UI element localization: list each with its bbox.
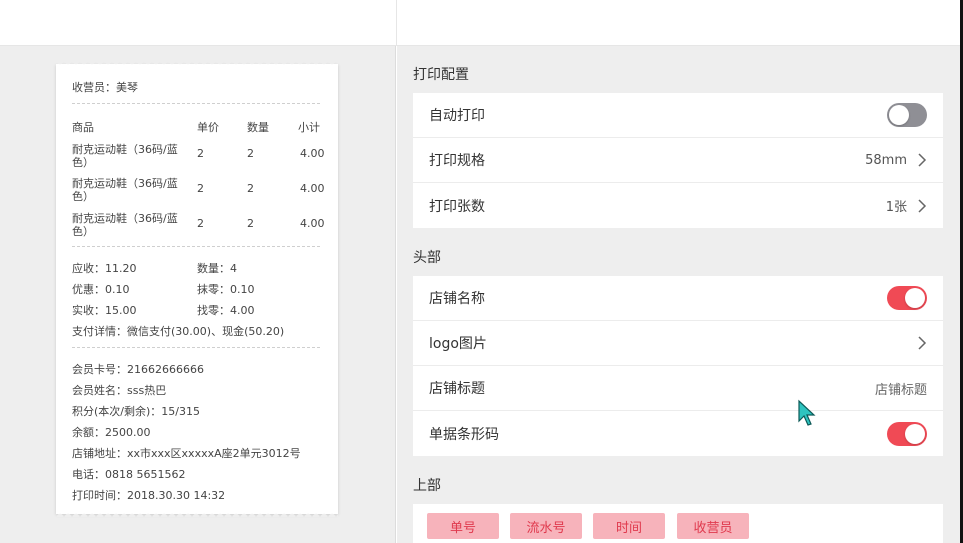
section-title-header: 头部 bbox=[413, 250, 441, 266]
toggle-knob bbox=[889, 105, 909, 125]
receipt-item-name-cont: 色） bbox=[72, 190, 94, 203]
receipt-item-qty: 2 bbox=[247, 147, 254, 160]
receipt-points: 积分(本次/剩余)：15/315 bbox=[72, 405, 200, 418]
receipt-receivable: 应收：11.20 bbox=[72, 262, 137, 275]
section-title-upper: 上部 bbox=[413, 478, 441, 494]
receipt-item-price: 2 bbox=[197, 147, 204, 160]
top-divider bbox=[396, 0, 397, 46]
receipt-item-qty: 2 bbox=[247, 182, 254, 195]
receipt-header-subtotal: 小计 bbox=[298, 121, 320, 134]
barcode-row: 单据条形码 bbox=[413, 411, 943, 456]
chevron-right-icon bbox=[918, 153, 927, 167]
receipt-item-subtotal: 4.00 bbox=[300, 147, 325, 160]
auto-print-label: 自动打印 bbox=[429, 108, 485, 124]
receipt-item-price: 2 bbox=[197, 217, 204, 230]
receipt-item-price: 2 bbox=[197, 182, 204, 195]
receipt-print-time: 打印时间：2018.30.30 14:32 bbox=[72, 489, 226, 502]
receipt-quantity: 数量：4 bbox=[197, 262, 237, 275]
store-title-value: 店铺标题 bbox=[874, 382, 927, 398]
receipt-divider bbox=[72, 246, 320, 247]
toggle-knob bbox=[905, 288, 925, 308]
receipt-item-name-cont: 色） bbox=[72, 156, 94, 169]
print-spec-row[interactable]: 打印规格 58mm bbox=[413, 138, 943, 183]
receipt-item-subtotal: 4.00 bbox=[300, 217, 325, 230]
section-title-print-config: 打印配置 bbox=[413, 67, 469, 83]
print-copies-label: 打印张数 bbox=[429, 198, 485, 215]
store-name-toggle[interactable] bbox=[887, 286, 927, 310]
receipt-header-qty: 数量 bbox=[247, 121, 269, 134]
receipt-item-subtotal: 4.00 bbox=[300, 182, 325, 195]
chevron-right-icon bbox=[918, 198, 927, 213]
print-copies-row[interactable]: 打印张数 1张 bbox=[413, 183, 943, 228]
print-spec-value: 58mm bbox=[865, 152, 907, 168]
chip-time[interactable]: 时间 bbox=[593, 513, 665, 539]
receipt-header-product: 商品 bbox=[72, 121, 94, 134]
receipt-member-name: 会员姓名：sss热巴 bbox=[72, 384, 167, 397]
receipt-preview: 收营员：美琴 商品 单价 数量 小计 耐克运动鞋（36码/蓝 色） 2 2 4.… bbox=[56, 61, 338, 517]
receipt-change: 找零：4.00 bbox=[197, 304, 255, 317]
header-card: 店铺名称 logo图片 店铺标题 店铺标题 单据条形码 bbox=[413, 276, 943, 456]
receipt-item-qty: 2 bbox=[247, 217, 254, 230]
receipt-balance: 余额：2500.00 bbox=[72, 426, 151, 439]
store-title-row[interactable]: 店铺标题 店铺标题 bbox=[413, 366, 943, 411]
receipt-phone: 电话：0818 5651562 bbox=[72, 468, 186, 481]
toggle-knob bbox=[905, 423, 925, 444]
chevron-right-icon bbox=[918, 336, 927, 350]
receipt-divider bbox=[72, 347, 320, 348]
receipt-payment-detail: 支付详情：微信支付(30.00)、现金(50.20) bbox=[72, 325, 285, 338]
print-config-card: 自动打印 打印规格 58mm 打印张数 1张 bbox=[413, 93, 943, 228]
receipt-paid: 实收：15.00 bbox=[72, 304, 137, 317]
store-name-row: 店铺名称 bbox=[413, 276, 943, 321]
receipt-cashier: 收营员：美琴 bbox=[72, 81, 138, 94]
print-spec-label: 打印规格 bbox=[429, 153, 485, 169]
top-bar bbox=[0, 0, 963, 46]
print-copies-value: 1张 bbox=[885, 200, 907, 215]
settings-panel: 打印配置 自动打印 打印规格 58mm 打印张数 1张 头部 店铺名称 logo… bbox=[397, 46, 960, 543]
store-name-label: 店铺名称 bbox=[429, 291, 485, 307]
chip-cashier[interactable]: 收营员 bbox=[677, 513, 749, 539]
receipt-item-name-cont: 色） bbox=[72, 225, 94, 238]
chip-serial-no[interactable]: 流水号 bbox=[510, 513, 582, 539]
receipt-header-price: 单价 bbox=[197, 121, 219, 134]
receipt-member-card: 会员卡号：21662666666 bbox=[72, 363, 204, 376]
receipt-address: 店铺地址：xx市xxx区xxxxxA座2单元3012号 bbox=[72, 447, 301, 460]
chip-order-no[interactable]: 单号 bbox=[427, 513, 499, 539]
store-title-label: 店铺标题 bbox=[429, 381, 485, 397]
receipt-divider bbox=[72, 103, 320, 104]
logo-row[interactable]: logo图片 bbox=[413, 321, 943, 366]
receipt-rounding: 抹零：0.10 bbox=[197, 283, 255, 296]
barcode-toggle[interactable] bbox=[887, 421, 927, 446]
receipt-discount: 优惠：0.10 bbox=[72, 283, 130, 296]
receipt-preview-panel: 收营员：美琴 商品 单价 数量 小计 耐克运动鞋（36码/蓝 色） 2 2 4.… bbox=[0, 46, 396, 543]
mouse-cursor-icon bbox=[798, 399, 816, 426]
auto-print-toggle[interactable] bbox=[887, 103, 927, 127]
upper-card: 单号 流水号 时间 收营员 bbox=[413, 504, 943, 543]
logo-label: logo图片 bbox=[429, 336, 487, 352]
auto-print-row: 自动打印 bbox=[413, 93, 943, 138]
